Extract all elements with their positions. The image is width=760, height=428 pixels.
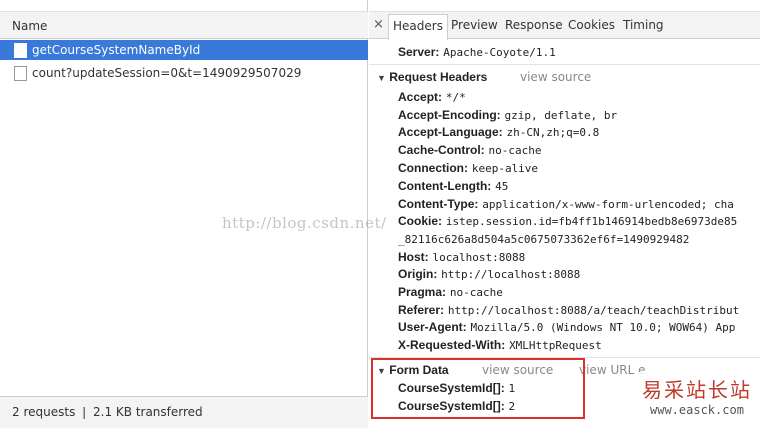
close-icon[interactable]: × <box>373 17 384 32</box>
header-line: X-Requested-With: XMLHttpRequest <box>398 338 602 352</box>
header-value: XMLHttpRequest <box>509 339 602 352</box>
header-key: Content-Type: <box>398 197 479 211</box>
header-line: Server: Apache-Coyote/1.1 <box>398 45 556 59</box>
name-column-header[interactable]: Name <box>0 11 368 39</box>
request-row[interactable]: count?updateSession=0&t=1490929507029 <box>0 63 368 83</box>
header-value: 45 <box>495 180 509 193</box>
name-column-label: Name <box>12 19 48 33</box>
header-value: no-cache <box>488 144 542 157</box>
header-line: Content-Length: 45 <box>398 179 508 193</box>
status-bar: 2 requests ❘ 2.1 KB transferred <box>0 396 368 428</box>
header-key: Origin: <box>398 267 438 281</box>
header-key: Accept-Encoding: <box>398 108 501 122</box>
header-line: Referer: http://localhost:8088/a/teach/t… <box>398 303 739 317</box>
header-line: Accept-Encoding: gzip, deflate, br <box>398 108 617 122</box>
tab-timing[interactable]: Timing <box>623 18 664 32</box>
tab-cookies[interactable]: Cookies <box>568 18 615 32</box>
logo-url: www.easck.com <box>650 403 744 417</box>
header-line: Cache-Control: no-cache <box>398 143 541 157</box>
header-key: Content-Length: <box>398 179 492 193</box>
header-value: http://localhost:8088 <box>441 268 581 281</box>
request-name: getCourseSystemNameById <box>32 43 201 57</box>
view-url-encoded-link[interactable]: view URL e <box>579 363 645 377</box>
header-value: http://localhost:8088/a/teach/teachDistr… <box>447 304 740 317</box>
header-value: keep-alive <box>471 162 539 175</box>
header-value: _82116c626a8d504a5c0675073362ef6f=149092… <box>398 233 690 246</box>
tab-response[interactable]: Response <box>505 18 563 32</box>
header-line: Content-Type: application/x-www-form-url… <box>398 197 734 211</box>
header-line: Host: localhost:8088 <box>398 250 525 264</box>
header-value: localhost:8088 <box>432 251 526 264</box>
header-value: zh-CN,zh;q=0.8 <box>506 126 600 139</box>
header-value: Mozilla/5.0 (Windows NT 10.0; WOW64) App <box>470 321 736 334</box>
document-icon <box>14 43 27 58</box>
header-value: Apache-Coyote/1.1 <box>443 46 556 59</box>
request-name: count?updateSession=0&t=1490929507029 <box>32 66 302 80</box>
header-line: Origin: http://localhost:8088 <box>398 267 580 281</box>
header-value: istep.session.id=fb4ff1b146914bedb8e6973… <box>445 215 738 228</box>
triangle-down-icon: ▼ <box>377 73 386 83</box>
site-logo: 易采站长站 www.easck.com <box>638 372 760 428</box>
divider <box>369 64 760 65</box>
request-row[interactable]: getCourseSystemNameById <box>0 40 368 60</box>
header-key: Cookie: <box>398 214 443 228</box>
header-line: Accept: */* <box>398 90 466 104</box>
header-key: Host: <box>398 250 429 264</box>
view-source-link[interactable]: view source <box>520 70 591 84</box>
header-line: Pragma: no-cache <box>398 285 503 299</box>
header-line: _82116c626a8d504a5c0675073362ef6f=149092… <box>398 232 689 246</box>
request-headers-toggle[interactable]: ▼ Request Headers <box>377 70 487 84</box>
header-value: application/x-www-form-urlencoded; cha <box>482 198 734 211</box>
header-key: Server: <box>398 45 440 59</box>
header-line: Cookie: istep.session.id=fb4ff1b146914be… <box>398 214 737 228</box>
tab-headers[interactable]: Headers <box>388 14 448 40</box>
request-summary: 2 requests ❘ 2.1 KB transferred <box>12 405 203 419</box>
header-value: no-cache <box>449 286 503 299</box>
header-line: User-Agent: Mozilla/5.0 (Windows NT 10.0… <box>398 320 735 334</box>
header-key: User-Agent: <box>398 320 467 334</box>
header-key: Cache-Control: <box>398 143 485 157</box>
header-key: X-Requested-With: <box>398 338 506 352</box>
header-key: Pragma: <box>398 285 447 299</box>
header-line: Connection: keep-alive <box>398 161 538 175</box>
document-icon <box>14 66 27 81</box>
request-headers-title: Request Headers <box>389 70 488 84</box>
logo-chinese-text: 易采站长站 <box>642 378 752 402</box>
header-value: gzip, deflate, br <box>504 109 618 122</box>
header-key: Referer: <box>398 303 445 317</box>
tab-preview[interactable]: Preview <box>451 18 498 32</box>
header-value: */* <box>445 91 466 104</box>
header-key: Connection: <box>398 161 468 175</box>
header-key: Accept: <box>398 90 443 104</box>
header-line: Accept-Language: zh-CN,zh;q=0.8 <box>398 125 599 139</box>
blog-watermark: http://blog.csdn.net/ <box>222 214 387 232</box>
header-key: Accept-Language: <box>398 125 503 139</box>
details-tab-bar: × Headers Preview Response Cookies Timin… <box>369 11 760 40</box>
form-data-highlight-box <box>371 358 585 419</box>
